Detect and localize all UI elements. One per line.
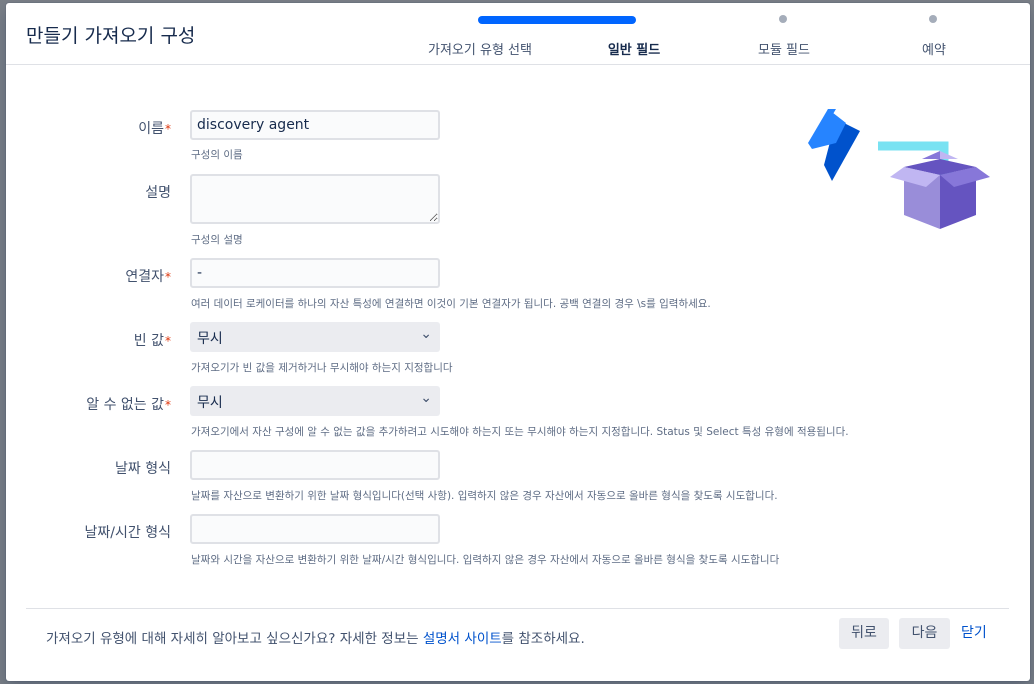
name-help: 구성의 이름	[191, 149, 243, 161]
datetime-format-help: 날짜와 시간을 자산으로 변환하기 위한 날짜/시간 형식입니다. 입력하지 않…	[191, 554, 780, 566]
chevron-down-icon: ⌄	[420, 326, 432, 342]
footer-note: 가져오기 유형에 대해 자세히 알아보고 싶으신가요? 자세한 정보는 설명서 …	[46, 631, 585, 647]
unknown-values-help: 가져오기에서 자산 구성에 알 수 없는 값을 추가하려고 시도해야 하는지 또…	[191, 426, 849, 438]
date-format-input[interactable]	[190, 450, 440, 480]
datetime-format-label: 날짜/시간 형식	[84, 525, 171, 541]
concatenator-label: 연결자*	[125, 269, 171, 285]
back-button[interactable]: 뒤로	[839, 618, 889, 649]
footer-divider	[26, 608, 1009, 609]
dialog-title: 만들기 가져오기 구성	[26, 25, 196, 47]
create-import-config-dialog: 만들기 가져오기 구성 가져오기 유형 선택 일반 필드 모듈 필드 예약 이름…	[6, 3, 1030, 681]
step-label: 일반 필드	[607, 43, 661, 58]
date-format-help: 날짜를 자산으로 변환하기 위한 날짜 형식입니다(선택 사항). 입력하지 않…	[191, 490, 778, 502]
step-dot	[779, 15, 787, 23]
empty-values-help: 가져오기가 빈 값을 제거하거나 무시해야 하는지 지정합니다	[191, 362, 453, 374]
empty-values-label: 빈 값*	[133, 333, 171, 349]
datetime-format-input[interactable]	[190, 514, 440, 544]
unknown-values-selected: 무시	[197, 395, 223, 411]
next-button[interactable]: 다음	[899, 618, 950, 649]
description-help: 구성의 설명	[191, 234, 243, 246]
unknown-values-select[interactable]: 무시 ⌄	[190, 386, 440, 416]
chevron-down-icon: ⌄	[420, 390, 432, 406]
concatenator-input[interactable]	[190, 258, 440, 288]
step-label: 예약	[922, 43, 946, 58]
dialog-header: 만들기 가져오기 구성 가져오기 유형 선택 일반 필드 모듈 필드 예약	[6, 3, 1030, 65]
name-input[interactable]	[190, 110, 440, 140]
required-indicator: *	[165, 270, 171, 284]
unknown-values-label: 알 수 없는 값*	[86, 397, 171, 413]
required-indicator: *	[165, 122, 171, 136]
step-label: 모듈 필드	[758, 43, 810, 58]
name-label: 이름*	[138, 121, 171, 137]
empty-values-select[interactable]: 무시 ⌄	[190, 322, 440, 352]
date-format-label: 날짜 형식	[115, 461, 171, 477]
required-indicator: *	[165, 334, 171, 348]
empty-values-selected: 무시	[197, 331, 223, 347]
step-dot	[929, 15, 937, 23]
description-textarea[interactable]	[190, 174, 440, 224]
step-progress-bar	[478, 16, 636, 24]
step-label: 가져오기 유형 선택	[428, 43, 532, 58]
required-indicator: *	[165, 398, 171, 412]
import-box-illustration	[806, 103, 996, 242]
close-button[interactable]: 닫기	[961, 618, 987, 649]
concatenator-help: 여러 데이터 로케이터를 하나의 자산 특성에 연결하면 이것이 기본 연결자가…	[191, 298, 711, 310]
documentation-link[interactable]: 설명서 사이트	[423, 631, 502, 647]
description-label: 설명	[145, 185, 171, 201]
